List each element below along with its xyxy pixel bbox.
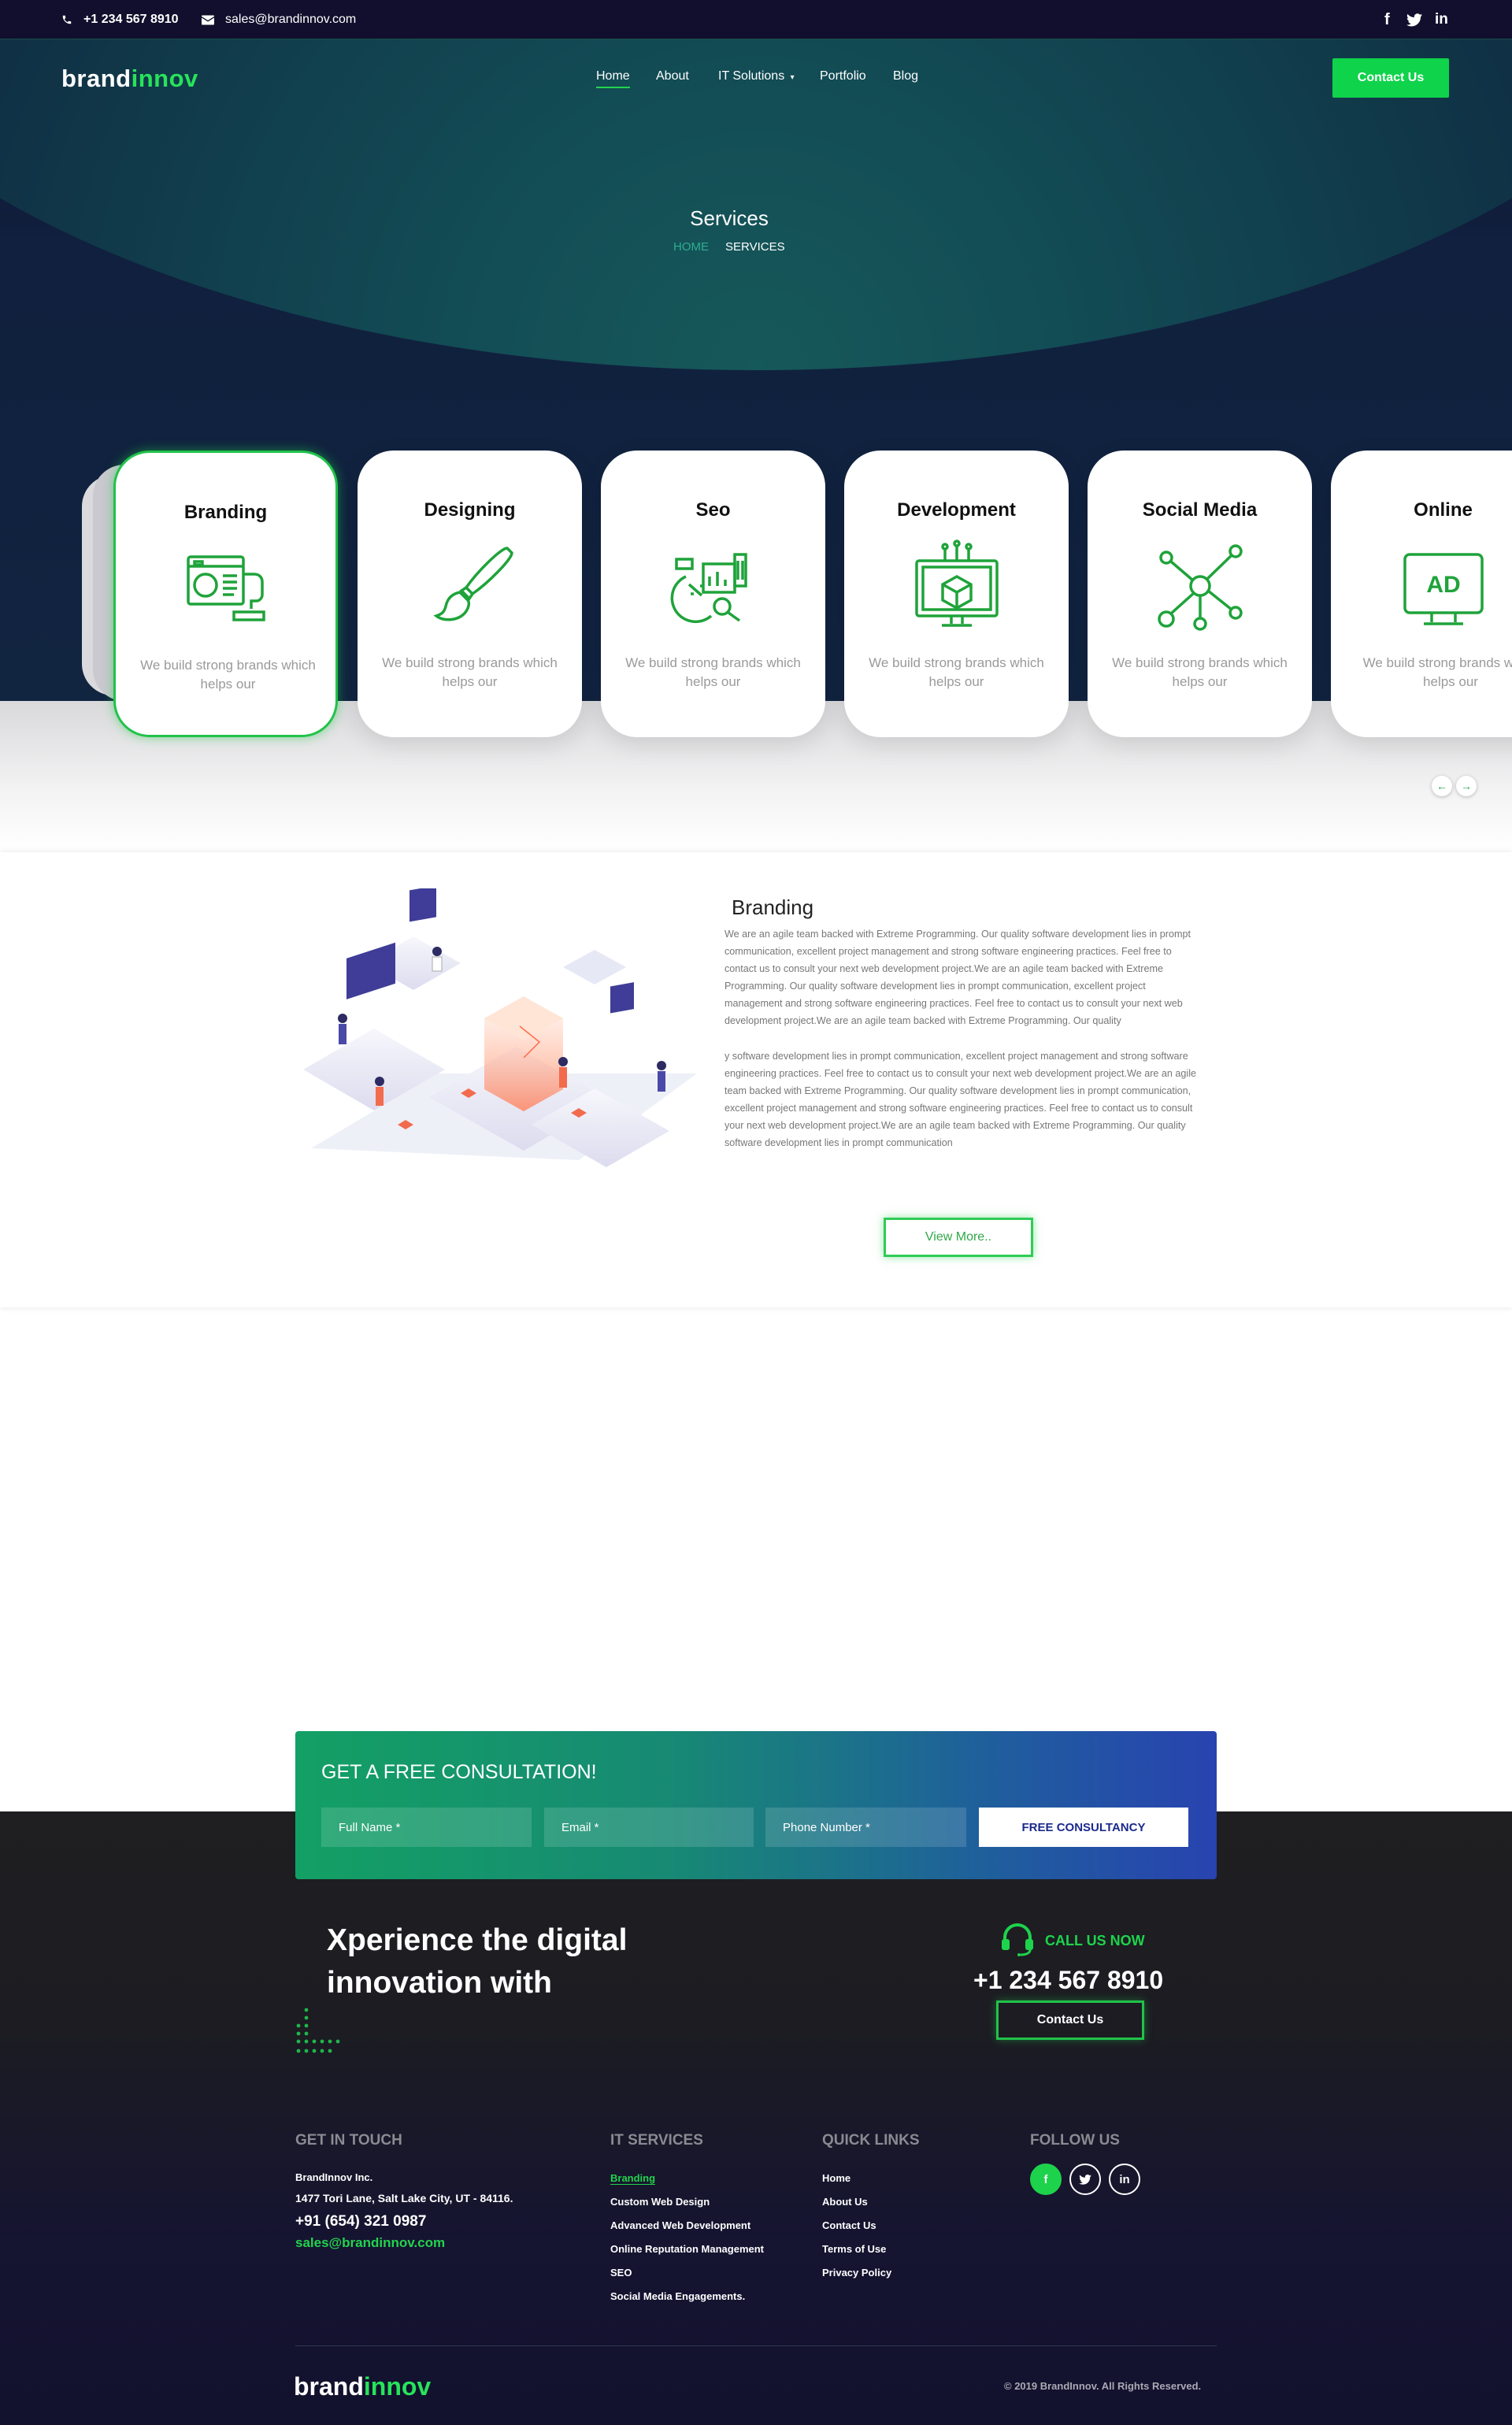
service-card-branding[interactable]: Branding We build strong brands which he… bbox=[113, 451, 338, 737]
hero-arc bbox=[0, 39, 1512, 370]
service-card-designing[interactable]: Designing We build strong brands which h… bbox=[358, 451, 582, 737]
phone-icon bbox=[62, 15, 72, 24]
footer-divider bbox=[295, 2345, 1217, 2346]
footer-service-link[interactable]: Social Media Engagements. bbox=[610, 2290, 745, 2302]
phone-input[interactable]: Phone Number * bbox=[765, 1808, 966, 1847]
footer-address: 1477 Tori Lane, Salt Lake City, UT - 841… bbox=[295, 2192, 513, 2204]
footer-service-link[interactable]: Branding bbox=[610, 2172, 655, 2184]
footer-heading-links: QUICK LINKS bbox=[822, 2132, 920, 2149]
service-card-desc: We build strong brands which helps our bbox=[869, 655, 1044, 689]
cta-heading-line1: Xperience the digital bbox=[327, 1923, 628, 1957]
ad-monitor-icon: AD bbox=[1403, 553, 1484, 625]
top-bar: +1 234 567 8910 sales@brandinnov.com f i… bbox=[0, 0, 1512, 39]
service-card-title: Branding bbox=[183, 502, 268, 523]
network-icon bbox=[1158, 544, 1243, 631]
carousel-next-button[interactable]: → bbox=[1456, 776, 1477, 796]
facebook-icon[interactable]: f bbox=[1030, 2164, 1062, 2195]
copyright: © 2019 BrandInnov. All Rights Reserved. bbox=[1004, 2380, 1202, 2392]
service-card-desc: We build strong brands which helps our bbox=[140, 658, 316, 692]
cta-heading-line2: innovation with bbox=[327, 1966, 552, 2000]
topbar-phone[interactable]: +1 234 567 8910 bbox=[61, 0, 179, 39]
footer-logo[interactable]: brandinnov bbox=[294, 2372, 431, 2401]
page-title: Services bbox=[690, 206, 769, 230]
footer-heading-touch: GET IN TOUCH bbox=[295, 2132, 402, 2149]
cta-heading: Xperience the digital innovation with bbox=[327, 1919, 627, 2004]
footer-contact-us-button[interactable]: Contact Us bbox=[996, 2000, 1144, 2040]
branding-paragraph-2: y software development lies in prompt co… bbox=[724, 1051, 1197, 1148]
nav-it-solutions[interactable]: IT Solutions ▾ bbox=[718, 69, 795, 83]
linkedin-icon[interactable]: in bbox=[1435, 11, 1448, 28]
free-consultancy-button[interactable]: FREE CONSULTANCY bbox=[979, 1808, 1188, 1847]
headset-icon bbox=[1002, 1923, 1033, 1956]
svg-text:AD: AD bbox=[1426, 572, 1460, 598]
service-card-online[interactable]: Online AD We build strong brands which h… bbox=[1331, 451, 1512, 737]
footer-heading-follow: FOLLOW US bbox=[1030, 2132, 1120, 2149]
paintbrush-icon bbox=[433, 547, 513, 621]
footer-email[interactable]: sales@brandinnov.com bbox=[295, 2235, 445, 2251]
service-card-social-media[interactable]: Social Media We build strong brands whic… bbox=[1088, 451, 1312, 737]
facebook-icon[interactable]: f bbox=[1384, 11, 1390, 28]
nav-blog[interactable]: Blog bbox=[893, 69, 918, 83]
email-input[interactable]: Email * bbox=[544, 1808, 754, 1847]
isometric-illustration bbox=[303, 888, 697, 1167]
page: +1 234 567 8910 sales@brandinnov.com f i… bbox=[0, 0, 1512, 2425]
carousel-prev-button[interactable]: ← bbox=[1432, 776, 1452, 796]
footer-quick-link[interactable]: Home bbox=[822, 2172, 850, 2184]
service-card-desc: We build strong brands which helps our bbox=[625, 655, 801, 689]
full-name-input[interactable]: Full Name * bbox=[321, 1808, 532, 1847]
footer-company: BrandInnov Inc. bbox=[295, 2171, 373, 2183]
monitor-cube-icon bbox=[915, 540, 999, 627]
nav-home[interactable]: Home bbox=[596, 69, 630, 83]
service-card-desc: We build strong brands which helps our bbox=[1362, 655, 1512, 689]
service-card-title: Online bbox=[1414, 499, 1473, 521]
topbar-email-text: sales@brandinnov.com bbox=[225, 13, 357, 26]
footer-quick-link[interactable]: Privacy Policy bbox=[822, 2267, 891, 2279]
linkedin-icon[interactable]: in bbox=[1109, 2164, 1140, 2195]
consultation-box bbox=[295, 1731, 1217, 1879]
twitter-icon[interactable] bbox=[1069, 2164, 1101, 2195]
nav-it-solutions-label: IT Solutions bbox=[718, 69, 785, 83]
call-us-label: CALL US NOW bbox=[1045, 1933, 1145, 1949]
topbar-phone-text: +1 234 567 8910 bbox=[83, 13, 179, 26]
branding-paragraph-1: We are an agile team backed with Extreme… bbox=[724, 929, 1191, 1026]
footer-quick-link[interactable]: Contact Us bbox=[822, 2219, 876, 2231]
footer-service-link[interactable]: Online Reputation Management bbox=[610, 2243, 764, 2255]
footer-service-link[interactable]: Custom Web Design bbox=[610, 2196, 710, 2208]
footer-quick-link[interactable]: Terms of Use bbox=[822, 2243, 886, 2255]
topbar-email[interactable]: sales@brandinnov.com bbox=[202, 0, 356, 39]
service-card-title: Social Media bbox=[1142, 499, 1258, 521]
footer-phone[interactable]: +91 (654) 321 0987 bbox=[295, 2213, 426, 2230]
nav-portfolio[interactable]: Portfolio bbox=[820, 69, 866, 83]
service-card-development[interactable]: Development We build strong brands which… bbox=[844, 451, 1069, 737]
footer-quick-link[interactable]: About Us bbox=[822, 2196, 868, 2208]
nav-about[interactable]: About bbox=[656, 69, 689, 83]
contact-us-button[interactable]: Contact Us bbox=[1332, 58, 1449, 98]
breadcrumb-home[interactable]: HOME bbox=[673, 240, 709, 254]
branding-icon bbox=[187, 555, 265, 621]
branding-title: Branding bbox=[732, 895, 814, 919]
breadcrumb-current: SERVICES bbox=[725, 240, 785, 254]
dots-decoration bbox=[296, 2008, 340, 2053]
call-number[interactable]: +1 234 567 8910 bbox=[973, 1966, 1163, 1995]
service-card-desc: We build strong brands which helps our bbox=[382, 655, 558, 689]
nav-active-underline bbox=[596, 87, 630, 88]
site-logo[interactable]: brandinnov bbox=[61, 65, 198, 93]
footer-body bbox=[0, 1811, 1512, 2425]
consultation-title: GET A FREE CONSULTATION! bbox=[321, 1761, 597, 1783]
twitter-icon[interactable] bbox=[1406, 11, 1422, 28]
chevron-down-icon: ▾ bbox=[790, 73, 795, 82]
footer-heading-services: IT SERVICES bbox=[610, 2132, 703, 2149]
footer-service-link[interactable]: Advanced Web Development bbox=[610, 2219, 750, 2231]
service-card-seo[interactable]: Seo We build strong brands which helps o… bbox=[601, 451, 825, 737]
view-more-button[interactable]: View More.. bbox=[884, 1218, 1033, 1257]
service-card-desc: We build strong brands which helps our bbox=[1112, 655, 1288, 689]
service-card-title: Designing bbox=[424, 499, 516, 521]
service-card-title: Development bbox=[897, 499, 1016, 521]
envelope-icon bbox=[202, 15, 214, 24]
seo-chart-icon bbox=[670, 553, 747, 624]
service-card-title: Seo bbox=[695, 499, 731, 521]
footer-service-link[interactable]: SEO bbox=[610, 2267, 632, 2279]
